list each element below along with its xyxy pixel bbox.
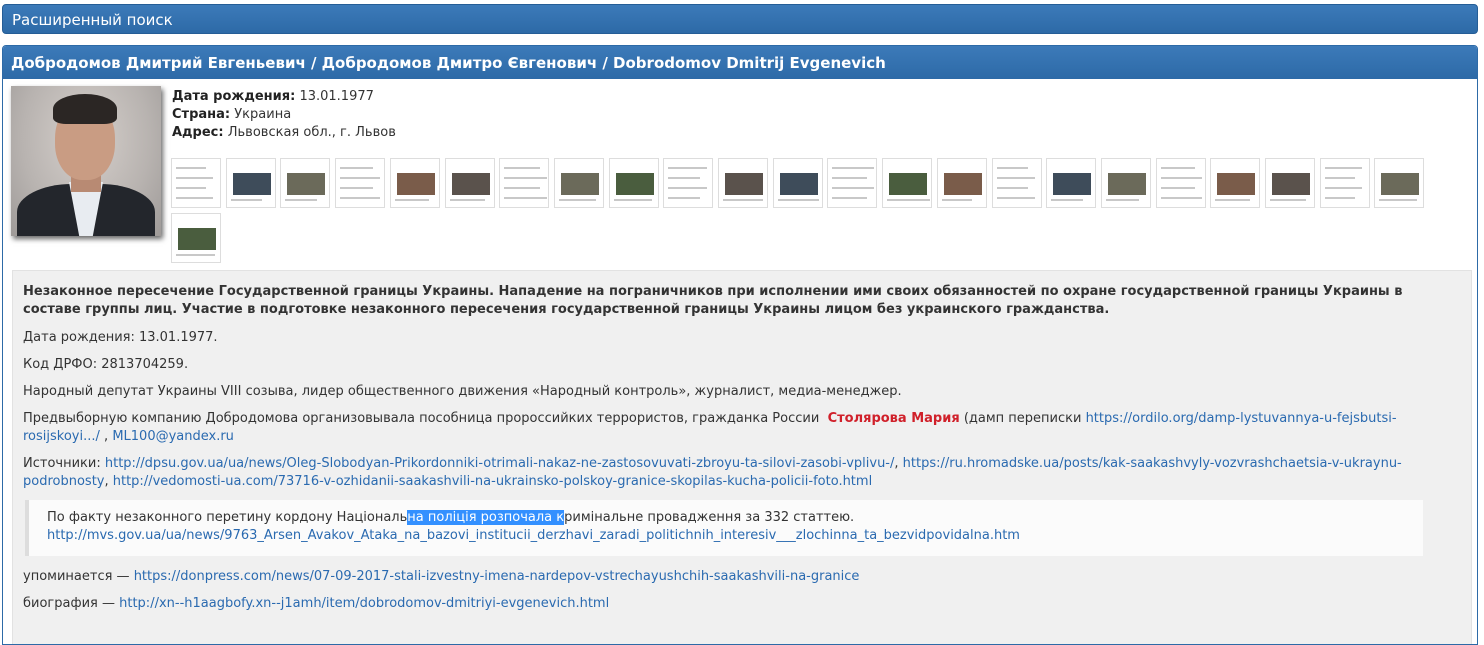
position-text: Народный депутат Украины VIII созыва, ли… (23, 384, 902, 399)
country-value: Украина (234, 107, 292, 122)
thumbnail-item[interactable] (772, 158, 823, 208)
source-link-3[interactable]: http://vedomosti-ua.com/73716-v-ozhidani… (113, 474, 872, 489)
mention-label: упоминается — (23, 569, 130, 584)
profile-info: Дата рождения: 13.01.1977 Страна: Украин… (172, 88, 396, 142)
drfo-text: Код ДРФО: 2813704259. (23, 357, 189, 372)
profile-name: Добродомов Дмитрий Евгеньевич / Добродом… (3, 46, 1477, 79)
sources-paragraph: Источники: http://dpsu.gov.ua/ua/news/Ol… (23, 456, 1402, 489)
thumbnail-item[interactable] (1319, 158, 1370, 208)
bio-paragraph: биография — http://xn--h1aagbofy.xn--j1a… (23, 595, 1461, 613)
thumbnail-item[interactable] (663, 158, 714, 208)
thumbnail-item[interactable] (225, 158, 276, 208)
thumbnail-item[interactable] (280, 158, 331, 208)
thumbnail-item[interactable] (936, 158, 987, 208)
campaign-paragraph: Предвыборную компанию Добродомова органи… (23, 410, 1461, 446)
quote-block: По факту незаконного перетину кордону На… (25, 500, 1423, 556)
thumbnail-item[interactable] (1210, 158, 1261, 208)
thumbnail-item[interactable] (171, 158, 221, 208)
profile-panel: Добродомов Дмитрий Евгеньевич / Добродом… (2, 45, 1478, 645)
quote-text-before: По факту незаконного перетину кордону На… (47, 510, 408, 525)
thumbnail-item[interactable] (1155, 158, 1206, 208)
source-link-1[interactable]: http://dpsu.gov.ua/ua/news/Oleg-Slobodya… (105, 456, 895, 471)
quote-selected-text[interactable]: на поліція розпочала к (407, 510, 565, 525)
campaign-sep: , (104, 429, 109, 444)
thumbnail-item[interactable] (1046, 158, 1097, 208)
thumbnail-item[interactable] (553, 158, 604, 208)
advanced-search-bar[interactable]: Расширенный поиск (2, 4, 1478, 34)
thumbnail-item[interactable] (827, 158, 878, 208)
thumbnail-item[interactable] (1265, 158, 1315, 208)
birth-value: 13.01.1977 (299, 89, 374, 104)
thumbnail-item[interactable] (991, 158, 1042, 208)
thumbnail-item[interactable] (389, 158, 440, 208)
description-block: Незаконное пересечение Государственной г… (12, 270, 1472, 644)
quote-text-after: римінальне провадження за 332 статтею. (564, 510, 855, 525)
thumbnail-item[interactable] (335, 158, 386, 208)
campaign-email-link[interactable]: ML100@yandex.ru (112, 429, 234, 444)
quote-link[interactable]: http://mvs.gov.ua/ua/news/9763_Arsen_Ava… (47, 528, 1020, 543)
thumbnail-item[interactable] (882, 158, 933, 208)
address-label: Адрес: (172, 125, 224, 140)
thumbnail-item[interactable] (499, 158, 550, 208)
sources-label: Источники: (23, 456, 101, 471)
thumbnail-item[interactable] (1374, 158, 1425, 208)
campaign-text: Предвыборную компанию Добродомова органи… (23, 411, 820, 426)
thumbnail-item[interactable] (1100, 158, 1151, 208)
mention-link[interactable]: https://donpress.com/news/07-09-2017-sta… (134, 569, 860, 584)
campaign-paren: (дамп переписки (963, 411, 1082, 426)
country-row: Страна: Украина (172, 106, 396, 124)
campaign-person: Столярова Мария (827, 411, 960, 426)
address-value: Львовская обл., г. Львов (227, 125, 396, 140)
address-row: Адрес: Львовская обл., г. Львов (172, 124, 396, 142)
bio-label: биография — (23, 596, 115, 611)
charges-headline: Незаконное пересечение Государственной г… (23, 284, 1403, 317)
advanced-search-title: Расширенный поиск (12, 11, 173, 29)
thumbnail-item[interactable] (608, 158, 659, 208)
profile-photo[interactable] (11, 86, 161, 236)
country-label: Страна: (172, 107, 231, 122)
mention-paragraph: упоминается — https://donpress.com/news/… (23, 568, 1461, 586)
thumbnail-item[interactable] (444, 158, 495, 208)
birth-label: Дата рождения: (172, 89, 296, 104)
birth-row: Дата рождения: 13.01.1977 (172, 88, 396, 106)
birth-date-text: Дата рождения: 13.01.1977. (23, 330, 218, 345)
thumbnail-item[interactable] (718, 158, 768, 208)
thumbnail-item[interactable] (171, 213, 221, 263)
bio-link[interactable]: http://xn--h1aagbofy.xn--j1amh/item/dobr… (119, 596, 609, 611)
